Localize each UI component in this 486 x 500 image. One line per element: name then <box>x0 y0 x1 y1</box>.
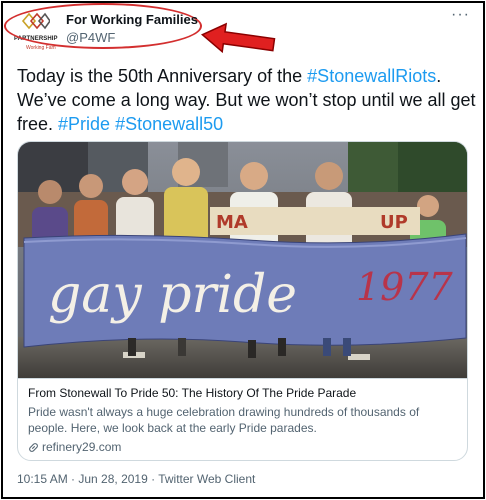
hashtag-stonewallriots[interactable]: #StonewallRiots <box>307 66 436 86</box>
card-text-block[interactable]: From Stonewall To Pride 50: The History … <box>18 378 467 460</box>
more-options-icon[interactable]: ··· <box>451 6 470 24</box>
pride-parade-photo[interactable]: MA UP gay pride 1977 <box>18 142 468 378</box>
card-description: Pride wasn't always a huge celebration d… <box>28 405 420 435</box>
tweet-text: Today is the 50th Anniversary of the #St… <box>17 64 477 136</box>
tweet-text-part: Today is the 50th Anniversary of the <box>17 66 308 86</box>
user-handle[interactable]: @P4WF <box>66 30 115 45</box>
logo-subtext: Working Fam <box>26 45 56 51</box>
small-banner-text-left: MA <box>216 212 248 233</box>
hashtag-pride[interactable]: #Pride <box>58 114 110 134</box>
banner-slogan: gay pride <box>48 265 297 325</box>
banner-year: 1977 <box>356 265 454 309</box>
card-domain-text[interactable]: refinery29.com <box>42 439 121 455</box>
card-domain[interactable]: refinery29.com <box>28 439 459 455</box>
link-icon <box>29 442 38 452</box>
display-name[interactable]: For Working Families <box>66 12 198 27</box>
tweet-metadata[interactable]: 10:15 AM · Jun 28, 2019 · Twitter Web Cl… <box>17 472 255 486</box>
link-card[interactable]: MA UP gay pride 1977 From Stonewall To P… <box>17 141 468 461</box>
card-title[interactable]: From Stonewall To Pride 50: The History … <box>28 385 459 401</box>
annotation-arrow-icon <box>200 22 276 54</box>
small-banner-text-right: UP <box>380 212 408 233</box>
hashtag-stonewall50[interactable]: #Stonewall50 <box>115 114 223 134</box>
